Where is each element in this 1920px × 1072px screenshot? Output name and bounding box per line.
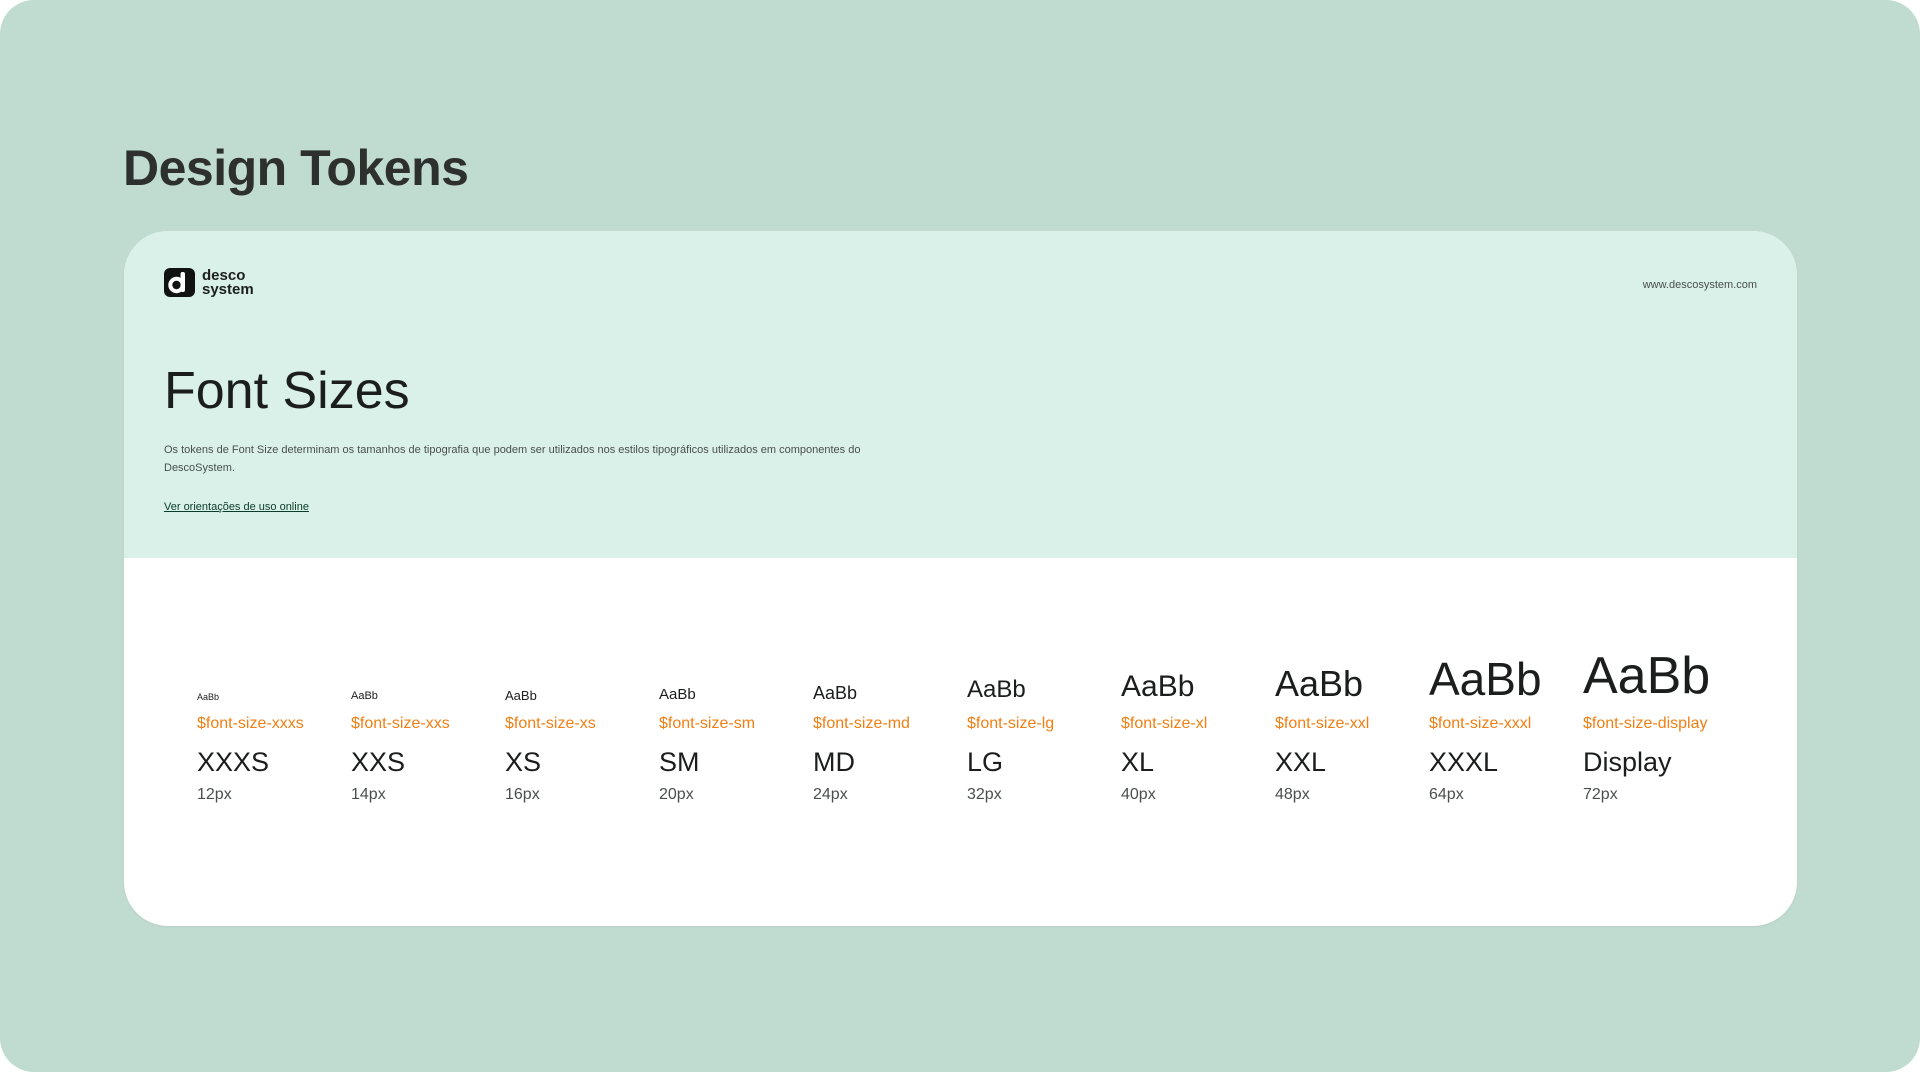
font-size-item-xl: AaBb $font-size-xl XL 40px <box>1121 642 1275 805</box>
font-size-token: $font-size-xxxl <box>1429 715 1532 732</box>
design-tokens-page: Design Tokens desco system www.descosyst… <box>0 0 1920 1072</box>
font-size-list: AaBb $font-size-xxxs XXXS 12px AaBb $fon… <box>197 642 1737 805</box>
logo-wordmark: desco system <box>202 268 254 298</box>
font-size-value: 72px <box>1583 786 1618 803</box>
font-size-name: XXXL <box>1429 747 1499 777</box>
site-url: www.descosystem.com <box>1642 279 1757 291</box>
font-size-sample: AaBb <box>1429 653 1542 705</box>
font-size-name: MD <box>813 747 855 777</box>
font-size-name: XXL <box>1275 747 1327 777</box>
font-size-name: LG <box>967 747 1004 777</box>
section-title: Font Sizes <box>164 362 410 420</box>
font-size-token: $font-size-xxs <box>351 715 450 732</box>
font-size-value: 64px <box>1429 786 1464 803</box>
font-size-value: 14px <box>351 786 386 803</box>
font-size-name: XL <box>1121 747 1155 777</box>
font-size-item-xxl: AaBb $font-size-xxl XXL 48px <box>1275 642 1429 805</box>
font-size-item-lg: AaBb $font-size-lg LG 32px <box>967 642 1121 805</box>
font-size-item-sm: AaBb $font-size-sm SM 20px <box>659 642 813 805</box>
font-size-token: $font-size-sm <box>659 715 756 732</box>
logo-line-2: system <box>202 280 254 298</box>
font-size-sample: AaBb <box>1583 647 1711 705</box>
font-size-item-xxxl: AaBb $font-size-xxxl XXXL 64px <box>1429 642 1583 805</box>
font-size-value: 20px <box>659 786 694 803</box>
font-size-name: XS <box>505 747 542 777</box>
font-size-token: $font-size-lg <box>967 715 1055 732</box>
font-size-name: Display <box>1583 747 1672 777</box>
font-size-sample: AaBb <box>967 676 1026 703</box>
font-size-token: $font-size-xs <box>505 715 596 732</box>
font-size-token: $font-size-xl <box>1121 715 1208 732</box>
card-header: desco system www.descosystem.com Font Si… <box>124 231 1797 558</box>
font-size-value: 24px <box>813 786 848 803</box>
font-size-sample: AaBb <box>197 692 220 702</box>
font-size-value: 48px <box>1275 786 1310 803</box>
font-size-name: XXS <box>351 747 406 777</box>
font-size-item-xxxs: AaBb $font-size-xxxs XXXS 12px <box>197 642 351 805</box>
font-size-sample: AaBb <box>659 686 696 703</box>
font-size-sample: AaBb <box>505 688 537 703</box>
desco-logo-icon <box>164 268 195 297</box>
font-size-name: XXXS <box>197 747 270 777</box>
font-size-value: 32px <box>967 786 1002 803</box>
font-size-token: $font-size-display <box>1583 715 1708 732</box>
font-size-item-xs: AaBb $font-size-xs XS 16px <box>505 642 659 805</box>
font-sizes-card: desco system www.descosystem.com Font Si… <box>124 231 1797 926</box>
section-description: Os tokens de Font Size determinam os tam… <box>164 444 861 474</box>
font-size-value: 40px <box>1121 786 1156 803</box>
font-size-token: $font-size-md <box>813 715 910 732</box>
font-size-name: SM <box>659 747 700 777</box>
font-size-sample: AaBb <box>1121 670 1195 703</box>
font-size-value: 16px <box>505 786 540 803</box>
font-size-sample: AaBb <box>1275 663 1364 704</box>
font-size-token: $font-size-xxxs <box>197 715 304 732</box>
font-size-sample: AaBb <box>351 690 378 702</box>
page-title: Design Tokens <box>123 140 469 196</box>
font-size-value: 12px <box>197 786 232 803</box>
font-size-sample: AaBb <box>813 683 858 703</box>
font-size-item-display: AaBb $font-size-display Display 72px <box>1583 642 1737 805</box>
font-size-token: $font-size-xxl <box>1275 715 1370 732</box>
usage-guidelines-link[interactable]: Ver orientações de uso online <box>164 501 309 513</box>
font-size-item-xxs: AaBb $font-size-xxs XXS 14px <box>351 642 505 805</box>
desco-logo: desco system <box>164 268 254 297</box>
font-size-item-md: AaBb $font-size-md MD 24px <box>813 642 967 805</box>
